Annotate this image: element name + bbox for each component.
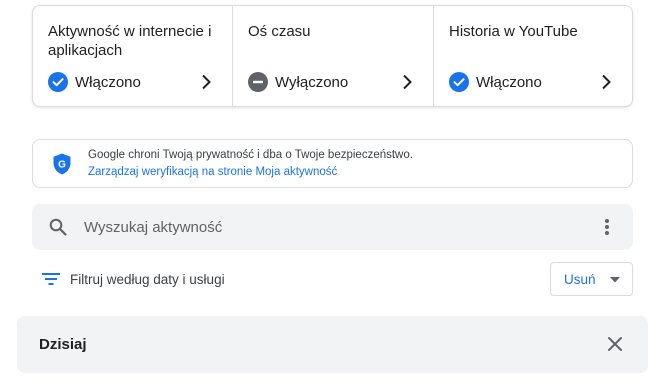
caret-down-icon	[610, 277, 620, 283]
check-circle-icon	[449, 72, 469, 92]
close-icon[interactable]	[606, 335, 624, 353]
filter-icon	[40, 268, 62, 290]
search-bar	[32, 204, 633, 250]
delete-button[interactable]: Usuń	[550, 262, 633, 296]
section-header-today: Dzisiaj	[17, 316, 648, 373]
card-status: Włączono	[48, 72, 141, 92]
card-web-app-activity[interactable]: Aktywność w internecie i aplikacjach Włą…	[33, 6, 232, 106]
search-input[interactable]	[84, 212, 564, 242]
svg-text:G: G	[58, 160, 66, 171]
filter-label: Filtruj według daty i usługi	[70, 271, 225, 287]
card-title: Aktywność w internecie i aplikacjach	[48, 23, 212, 59]
shield-icon: G	[53, 153, 71, 175]
chevron-right-icon[interactable]	[198, 74, 214, 90]
card-timeline[interactable]: Oś czasu Wyłączono	[232, 6, 433, 106]
chevron-right-icon[interactable]	[399, 74, 415, 90]
delete-label: Usuń	[564, 272, 596, 287]
filter-by-date-and-service[interactable]: Filtruj według daty i usługi	[40, 268, 225, 290]
minus-circle-icon	[248, 72, 268, 92]
card-youtube-history[interactable]: Historia w YouTube Włączono	[433, 6, 632, 106]
card-title: Oś czasu	[248, 23, 311, 40]
security-notice: G Google chroni Twoją prywatność i dba o…	[32, 139, 633, 188]
search-icon[interactable]	[49, 218, 67, 236]
card-title: Historia w YouTube	[449, 23, 578, 40]
security-notice-text: Google chroni Twoją prywatność i dba o T…	[88, 149, 413, 161]
check-circle-icon	[48, 72, 68, 92]
manage-verification-link[interactable]: Zarządzaj weryfikacją na stronie Moja ak…	[88, 166, 337, 178]
more-vert-icon[interactable]	[597, 217, 617, 237]
status-label: Włączono	[75, 73, 141, 91]
status-label: Wyłączono	[275, 73, 349, 91]
section-title: Dzisiaj	[39, 336, 87, 353]
status-label: Włączono	[476, 73, 542, 91]
card-status: Włączono	[449, 72, 542, 92]
card-status: Wyłączono	[248, 72, 348, 92]
activity-controls-cards: Aktywność w internecie i aplikacjach Włą…	[32, 5, 633, 107]
chevron-right-icon[interactable]	[598, 74, 614, 90]
